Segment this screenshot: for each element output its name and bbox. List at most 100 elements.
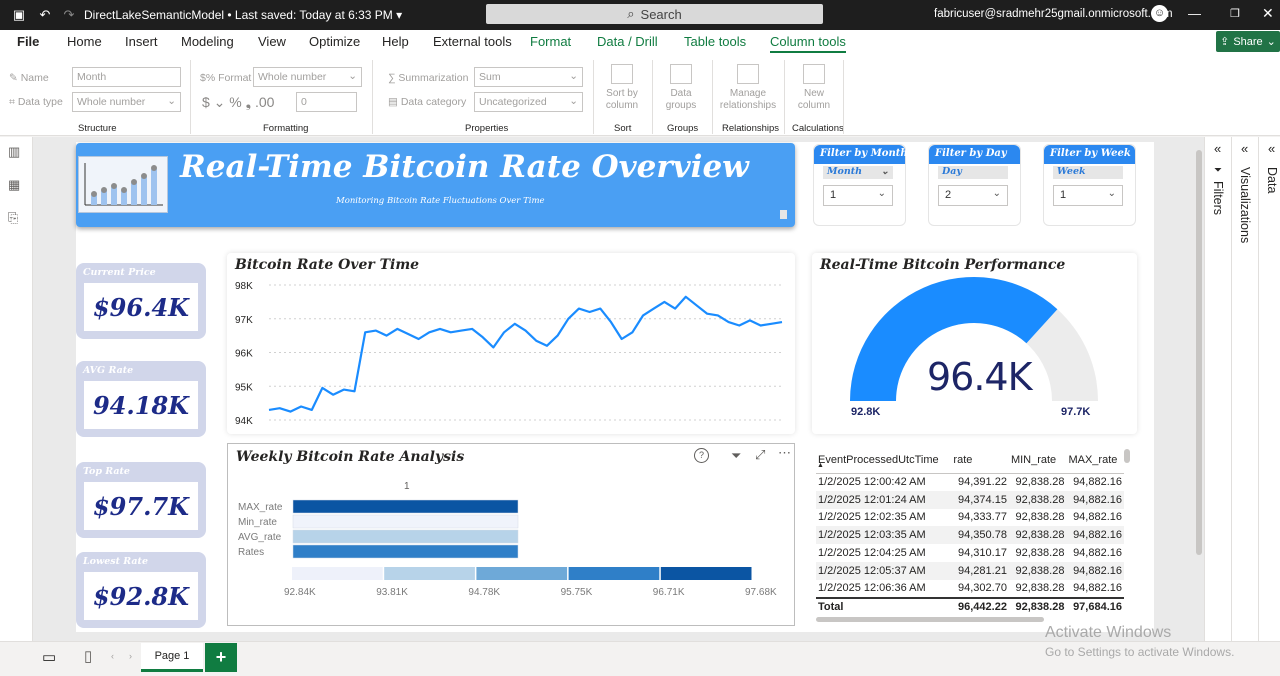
restore-icon[interactable]: ❐ [1230,7,1240,20]
tab-column-tools[interactable]: Column tools [770,34,846,53]
page-tab[interactable]: Page 1 [141,643,203,672]
relationships-icon [737,64,759,84]
decimals-stepper[interactable]: 0 [296,92,357,112]
resize-handle-icon[interactable] [780,210,787,219]
column-header[interactable]: rate [951,447,1009,473]
table-cell: 94,333.77 [958,511,1007,524]
table-row[interactable]: 1/2/2025 12:02:35 AM 94,333.77 92,838.28 94… [816,509,1124,527]
bar[interactable] [292,499,519,514]
tab-table-tools[interactable]: Table tools [684,34,746,49]
header-banner[interactable]: Real-Time Bitcoin Rate Overview Monitori… [76,143,795,227]
kpi-value: $92.8K [92,581,189,611]
tab-view[interactable]: View [258,34,286,49]
table-cell: 92,838.28 [1015,511,1065,524]
manage-relationships-button[interactable]: Manage relationships [717,64,779,112]
name-label: ✎ Name [9,72,49,84]
bar[interactable] [292,514,519,529]
prev-page-icon[interactable]: ‹ [111,651,114,661]
tab-external-tools[interactable]: External tools [433,34,512,49]
undo-icon[interactable]: ↶ [37,7,53,23]
kpi-value-box: $97.7K [84,482,198,530]
redo-icon[interactable]: ↷ [61,7,77,23]
currency-icon[interactable]: $ ⌄ % ❟ .00 [202,94,274,111]
column-header[interactable]: EventProcessedUtcTime [816,447,951,473]
datatype-dropdown[interactable]: Whole number ⌄ [72,92,181,112]
search-input[interactable]: ⌕ Search [486,4,823,24]
kpi-top-rate[interactable]: Top Rate $97.7K [76,462,206,538]
table-row[interactable]: 1/2/2025 12:05:37 AM 94,281.21 92,838.28 94… [816,561,1124,580]
model-view-icon[interactable]: ⎘ [8,210,24,226]
table-scrollbar[interactable] [1124,449,1130,463]
slicer-dropdown[interactable]: 1 ⌄ [823,185,893,206]
new-column-button[interactable]: New column [790,64,838,112]
summarization-dropdown[interactable]: Sum ⌄ [474,67,583,87]
slicer-month[interactable]: Filter by Month Month ⌄ 1 ⌄ [813,144,908,226]
kpi-avg-rate[interactable]: AVG Rate 94.18K [76,361,206,437]
slicer-dropdown[interactable]: 1 ⌄ [1053,185,1123,206]
tab-format[interactable]: Format [530,34,571,49]
tab-insert[interactable]: Insert [125,34,158,49]
slicer-week[interactable]: Filter by Week Week 1 ⌄ [1043,144,1136,226]
kpi-value-box: $92.8K [84,572,198,620]
close-icon[interactable]: ✕ [1262,5,1274,22]
add-page-button[interactable]: + [205,643,237,672]
table-visual[interactable]: EventProcessedUtcTime rate MIN_rate MAX_… [812,443,1137,628]
table-row[interactable]: 1/2/2025 12:04:25 AM 94,310.17 92,838.28 94… [816,544,1124,562]
slicer-day[interactable]: Filter by Day Day 2 ⌄ [928,144,1021,226]
user-avatar-icon[interactable]: ☺ [1151,5,1168,22]
tab-modeling[interactable]: Modeling [181,34,234,49]
kpi-value-box: $96.4K [84,283,198,331]
bar[interactable] [292,544,519,559]
data-pane[interactable]: « Data [1259,137,1280,641]
column-header[interactable]: MIN_rate [1009,447,1067,473]
tab-file[interactable]: File [17,34,39,49]
ribbon-tabs: File Home Insert Modeling View Optimize … [0,30,1280,54]
table-cell: 94,882.16 [1066,490,1124,509]
minimize-icon[interactable]: — [1188,6,1201,21]
name-field[interactable]: Month [72,67,181,87]
kpi-current-price[interactable]: Current Price $96.4K [76,263,206,339]
filters-pane[interactable]: « ⏷ Filters [1205,137,1232,641]
search-placeholder: Search [640,6,682,22]
title-bar: ▣ ↶ ↷ DirectLakeSemanticModel • Last sav… [0,0,1280,30]
mobile-layout-icon[interactable]: ▯ [84,647,92,665]
bar-chart-visual[interactable]: Weekly Bitcoin Rate Analysis ? ⏷ ⤢ ⋯ 1 MA… [227,443,795,626]
report-view-icon[interactable]: ▥ [8,144,24,160]
column-header[interactable]: MAX_rate [1066,447,1124,473]
tab-help[interactable]: Help [382,34,409,49]
share-button[interactable]: ⇪ Share ⌄ [1216,31,1280,52]
table-row[interactable]: 1/2/2025 12:03:35 AM 94,350.78 92,838.28 94… [816,526,1124,545]
sort-by-column-button[interactable]: Sort by column [598,64,646,112]
visualizations-pane[interactable]: « Visualizations [1232,137,1259,641]
kpi-value: $97.7K [92,491,189,521]
data-groups-button[interactable]: Data groups [657,64,705,112]
save-icon[interactable]: ▣ [11,7,27,23]
datacategory-dropdown[interactable]: Uncategorized ⌄ [474,92,583,112]
table-cell: 1/2/2025 12:03:35 AM [816,526,952,545]
gauge-visual[interactable]: Real-Time Bitcoin Performance 96.4K 92.8… [812,253,1137,434]
table-h-scrollbar[interactable] [816,617,1044,622]
file-title[interactable]: DirectLakeSemanticModel • Last saved: To… [84,8,402,22]
canvas-scrollbar[interactable] [1196,150,1202,555]
kpi-label: Current Price [83,267,156,278]
slicer-dropdown[interactable]: 2 ⌄ [938,185,1008,206]
table-row[interactable]: 1/2/2025 12:00:42 AM 94,391.22 92,838.28 94… [816,472,1124,491]
table-view-icon[interactable]: ▦ [8,177,24,193]
collapse-icon[interactable]: « [1241,141,1248,156]
kpi-lowest-rate[interactable]: Lowest Rate $92.8K [76,552,206,628]
tab-home[interactable]: Home [67,34,102,49]
bar[interactable] [292,529,519,544]
line-chart-visual[interactable]: Bitcoin Rate Over Time 94K 95K 96K 97K 98K [227,253,795,434]
table-row[interactable]: 1/2/2025 12:06:36 AM 94,302.70 92,838.28 94… [816,580,1124,598]
table-row[interactable]: 1/2/2025 12:01:24 AM 94,374.15 92,838.28 94… [816,490,1124,509]
format-dropdown[interactable]: Whole number ⌄ [253,67,362,87]
rate-line[interactable] [268,295,783,413]
collapse-icon[interactable]: « [1268,141,1275,156]
slicer-header: Filter by Day [929,145,1020,164]
tab-data-drill[interactable]: Data / Drill [597,34,658,49]
tab-optimize[interactable]: Optimize [309,34,360,49]
sort-ascending-icon[interactable]: ▲ [817,462,824,469]
collapse-icon[interactable]: « [1214,141,1221,156]
desktop-layout-icon[interactable]: ▭ [42,648,56,666]
next-page-icon[interactable]: › [129,651,132,661]
